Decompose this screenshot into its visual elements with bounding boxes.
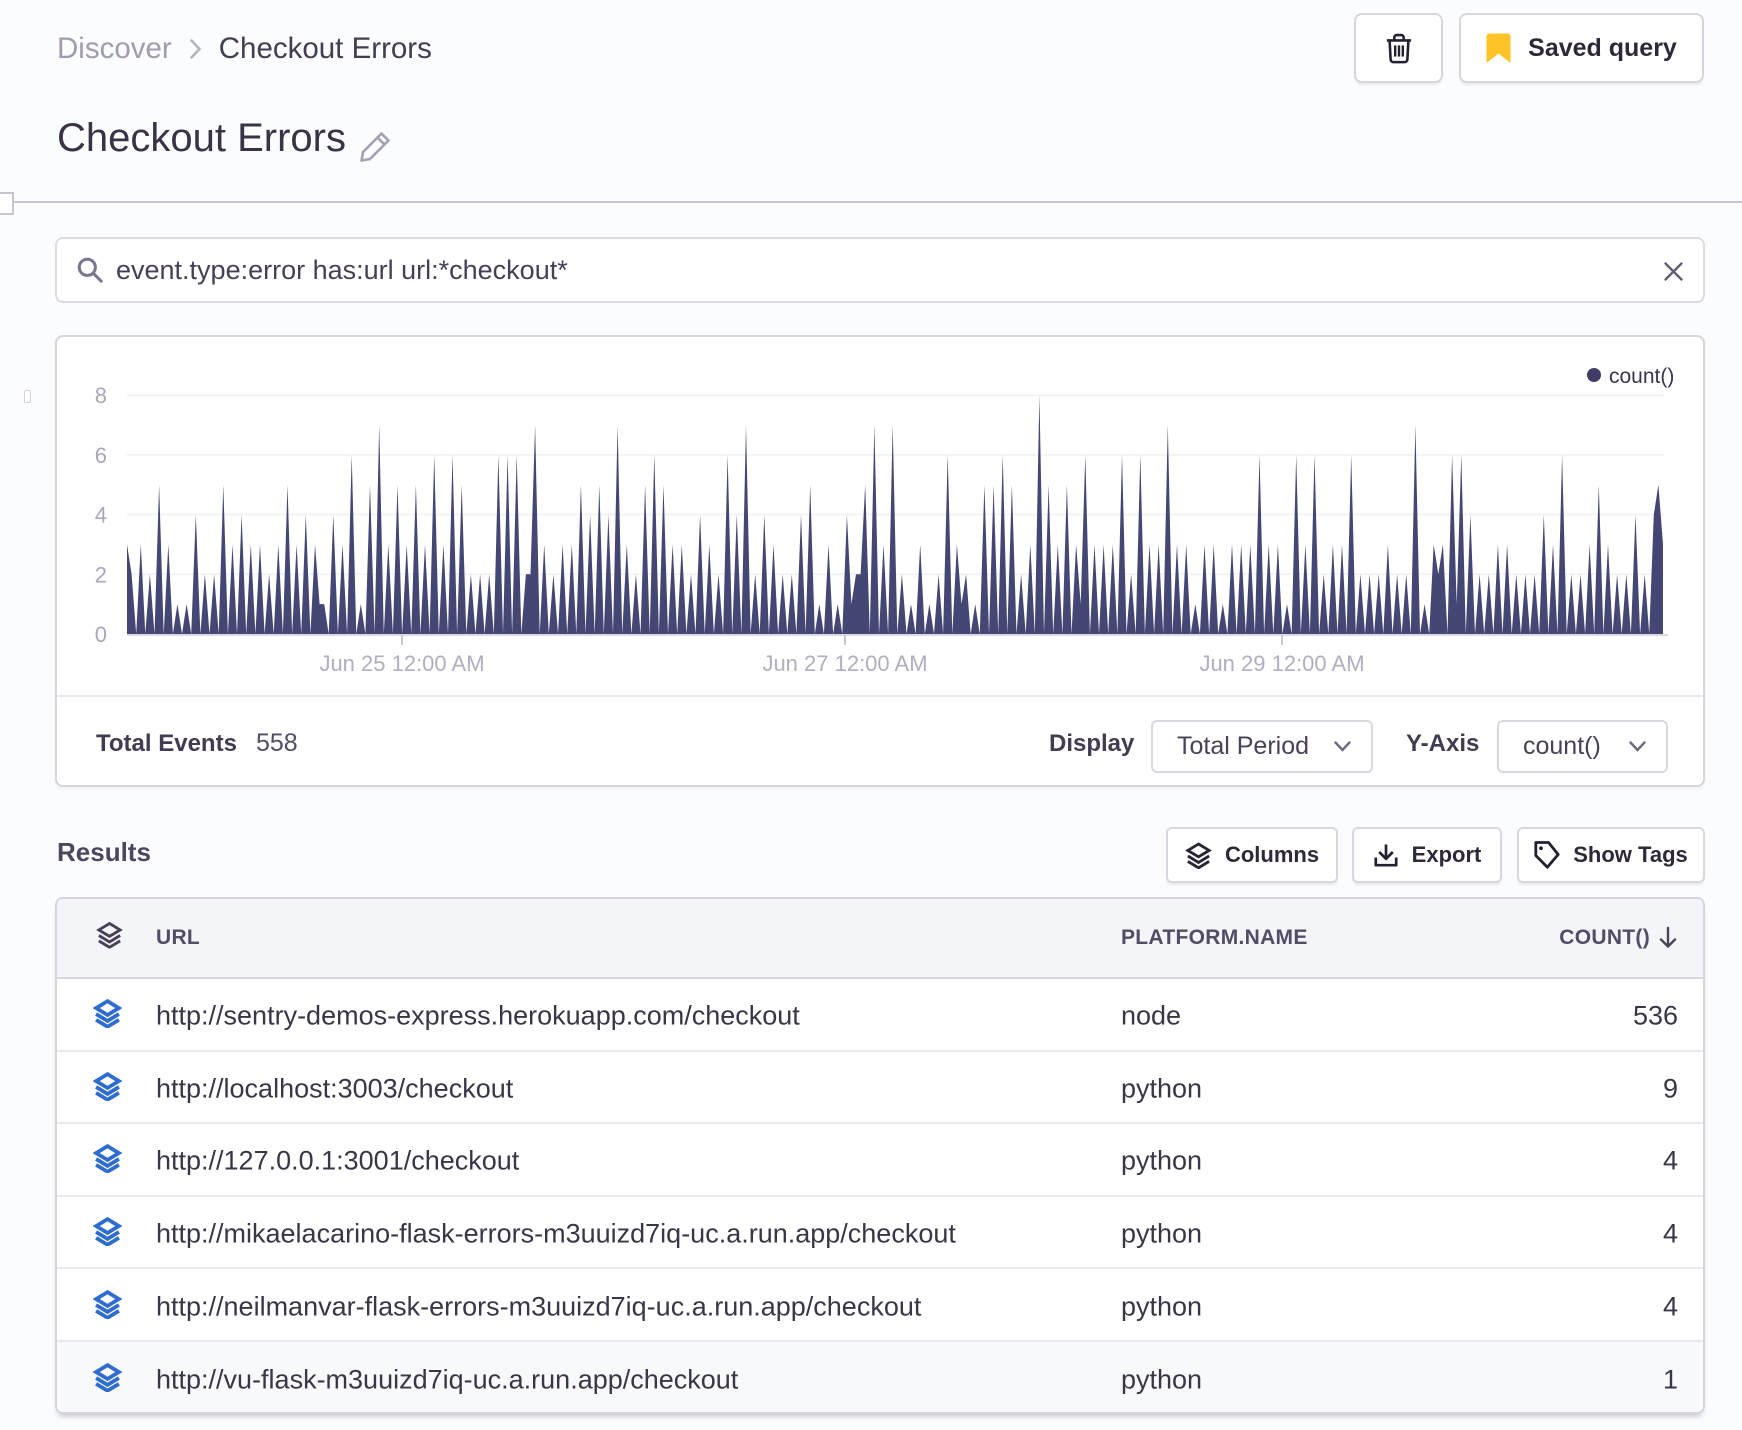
svg-text:Jun 25 12:00 AM: Jun 25 12:00 AM [319, 651, 484, 676]
svg-text:count(): count() [1609, 365, 1674, 388]
svg-text:6: 6 [95, 443, 107, 468]
svg-text:0: 0 [95, 622, 107, 647]
svg-text:8: 8 [95, 383, 107, 408]
svg-text:Jun 29 12:00 AM: Jun 29 12:00 AM [1199, 651, 1364, 676]
svg-text:2: 2 [95, 562, 107, 587]
svg-text:Jun 27 12:00 AM: Jun 27 12:00 AM [762, 651, 927, 676]
svg-text:4: 4 [95, 503, 107, 528]
